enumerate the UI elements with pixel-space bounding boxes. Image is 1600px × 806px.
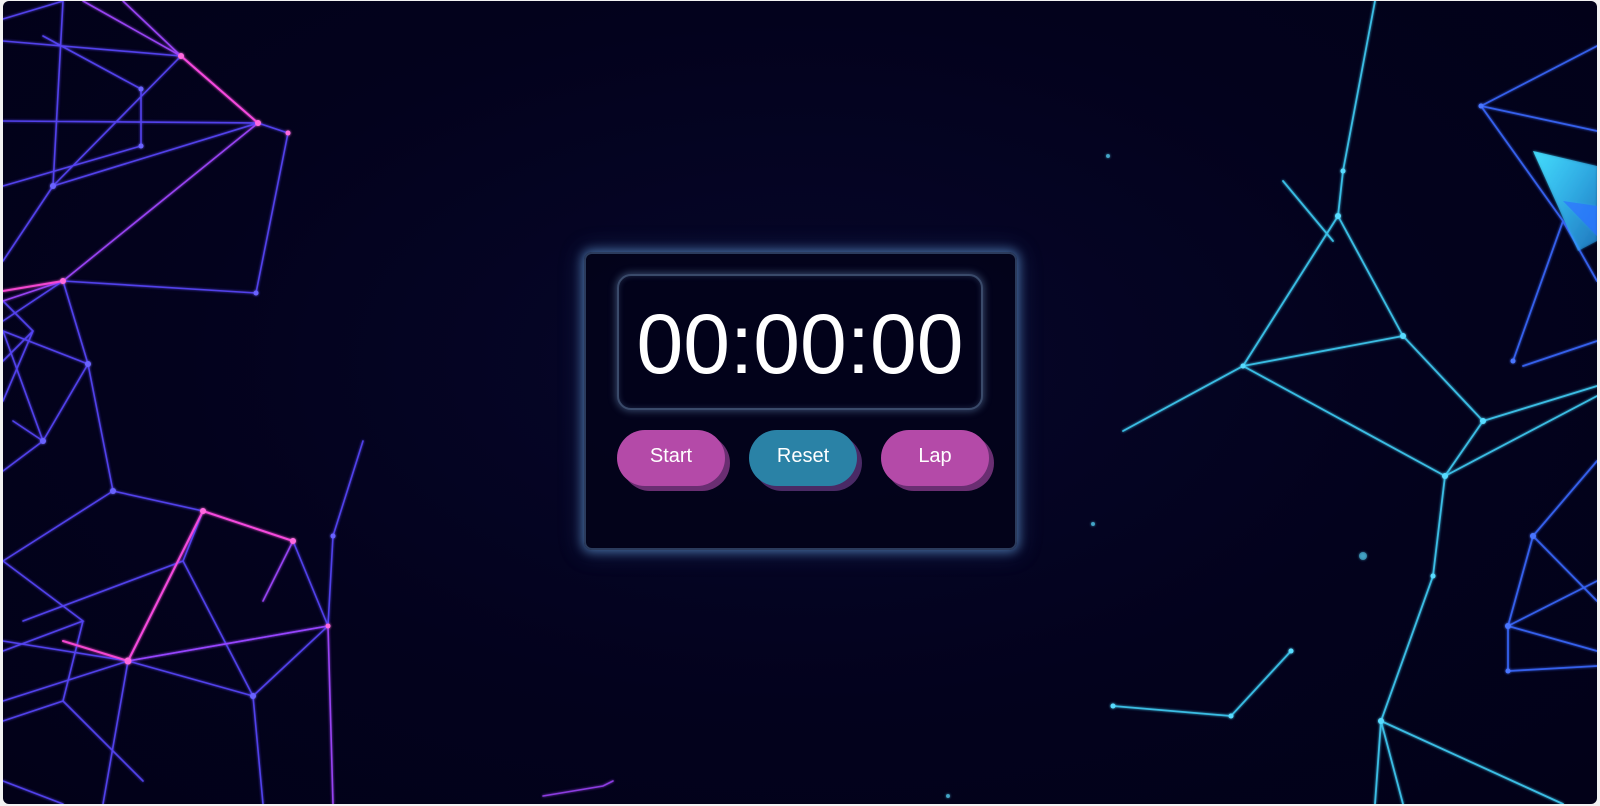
lap-button[interactable]: Lap bbox=[881, 430, 989, 486]
start-button[interactable]: Start bbox=[617, 430, 725, 486]
time-display: 00:00:00 bbox=[617, 274, 983, 410]
reset-button[interactable]: Reset bbox=[749, 430, 857, 486]
elapsed-time: 00:00:00 bbox=[636, 297, 964, 391]
right-network bbox=[946, 1, 1597, 804]
left-network bbox=[3, 1, 614, 804]
